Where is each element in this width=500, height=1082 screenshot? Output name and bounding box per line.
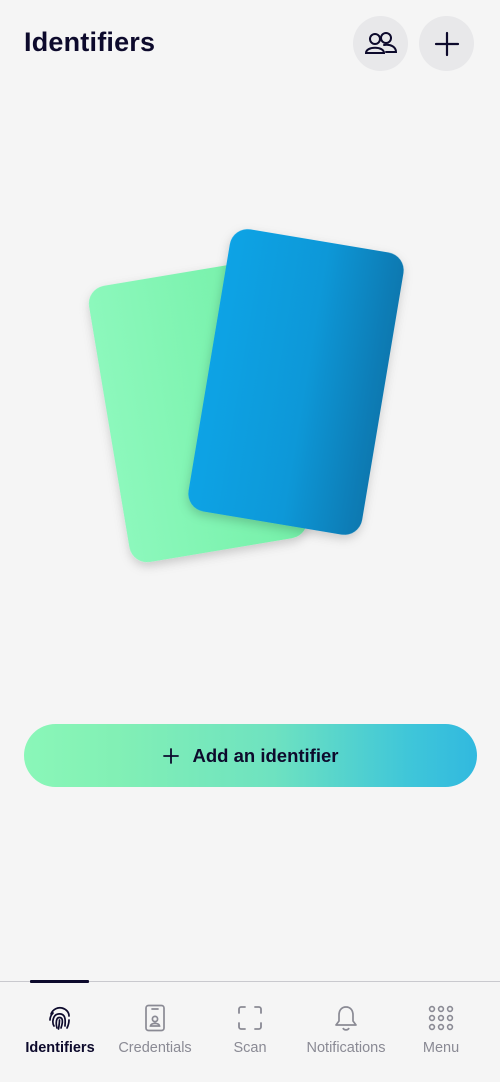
tab-scan-label: Scan — [233, 1040, 267, 1056]
add-identifier-button[interactable]: Add an identifier — [24, 724, 477, 787]
cards-illustration — [88, 229, 404, 563]
header: Identifiers — [0, 0, 500, 88]
plus-icon — [162, 747, 179, 764]
bottom-tab-bar: Identifiers Credentials Scan Notificatio… — [0, 980, 500, 1082]
tab-menu[interactable]: Menu — [407, 1004, 475, 1064]
tab-identifiers[interactable]: Identifiers — [17, 1004, 103, 1064]
scan-icon — [236, 1004, 264, 1032]
tab-identifiers-label: Identifiers — [25, 1040, 95, 1056]
bell-icon — [332, 1004, 360, 1032]
tab-notifications-label: Notifications — [306, 1040, 386, 1056]
tab-credentials[interactable]: Credentials — [112, 1004, 198, 1064]
fingerprint-icon — [46, 1004, 74, 1032]
plus-icon — [434, 31, 459, 56]
page-title: Identifiers — [24, 27, 156, 57]
id-card-icon — [141, 1004, 169, 1032]
add-identifier-label: Add an identifier — [192, 744, 339, 766]
tab-notifications[interactable]: Notifications — [298, 1004, 394, 1064]
add-button[interactable] — [419, 16, 474, 71]
tab-scan[interactable]: Scan — [213, 1004, 287, 1064]
tab-menu-label: Menu — [422, 1040, 460, 1056]
grid-icon — [427, 1004, 455, 1032]
tab-credentials-label: Credentials — [118, 1040, 192, 1056]
connections-button[interactable] — [353, 16, 408, 71]
people-icon — [364, 31, 397, 54]
active-tab-indicator — [30, 980, 89, 983]
